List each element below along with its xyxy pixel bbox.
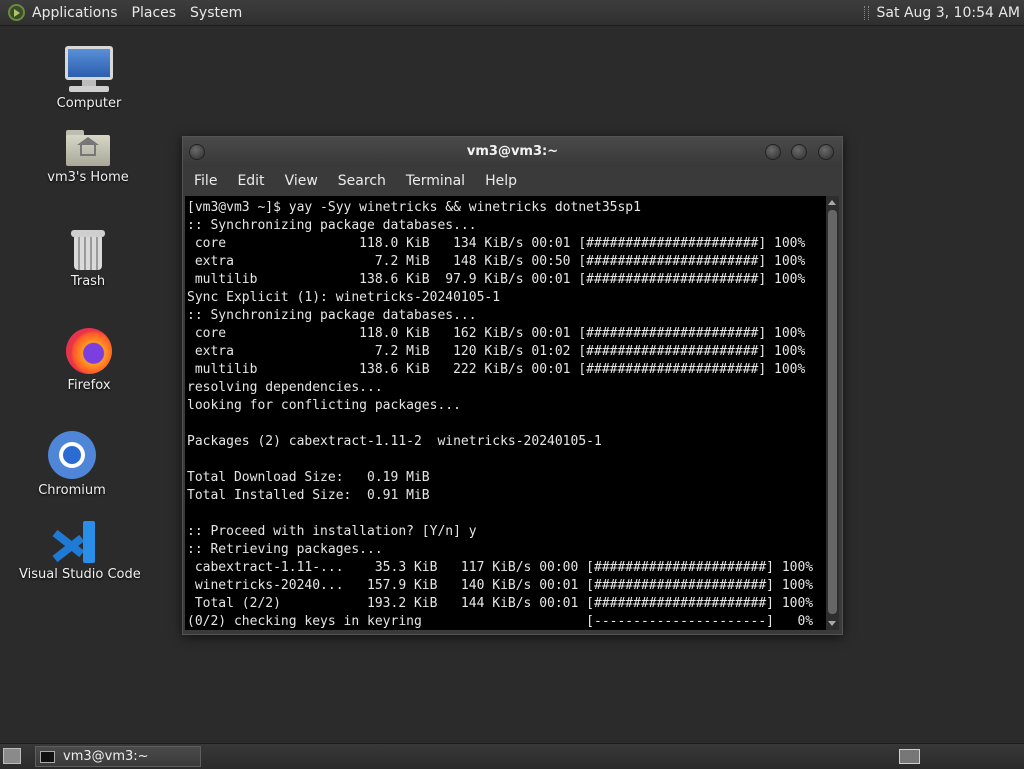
terminal-output[interactable]: [vm3@vm3 ~]$ yay -Syy winetricks && wine… xyxy=(185,196,826,630)
terminal-line: :: Synchronizing package databases... xyxy=(187,218,477,233)
firefox-icon xyxy=(66,328,112,374)
clock-area: Sat Aug 3, 10:54 AM xyxy=(863,0,1020,25)
terminal-scrollbar[interactable] xyxy=(826,196,839,630)
taskbar-window-button[interactable]: vm3@vm3:~ xyxy=(35,746,201,767)
menu-edit[interactable]: Edit xyxy=(237,173,264,189)
menu-file[interactable]: File xyxy=(194,173,217,189)
terminal-line: :: Retrieving packages... xyxy=(187,542,383,557)
terminal-text: [vm3@vm3 ~]$ yay -Syy winetricks && wine… xyxy=(185,196,826,630)
vscode-icon xyxy=(52,521,95,563)
terminal-line: Sync Explicit (1): winetricks-20240105-1 xyxy=(187,290,501,305)
taskbar-window-label: vm3@vm3:~ xyxy=(63,749,149,764)
terminal-line: [vm3@vm3 ~]$ yay -Syy winetricks && wine… xyxy=(187,200,641,215)
desktop-icon-vscode[interactable]: Visual Studio Code xyxy=(19,521,141,582)
terminal-line: multilib 138.6 KiB 97.9 KiB/s 00:01 [###… xyxy=(187,272,806,287)
terminal-line: Total Installed Size: 0.91 MiB xyxy=(187,488,430,503)
terminal-line: cabextract-1.11-... 35.3 KiB 117 KiB/s 0… xyxy=(187,560,814,575)
computer-icon xyxy=(34,46,144,92)
terminal-line: :: Synchronizing package databases... xyxy=(187,308,477,323)
places-menu-label: Places xyxy=(131,4,177,21)
trash-icon xyxy=(71,230,105,270)
desktop-icon-label: Visual Studio Code xyxy=(19,567,141,582)
top-panel: Applications Places System Sat Aug 3, 10… xyxy=(0,0,1024,26)
scroll-up-icon[interactable] xyxy=(828,200,836,205)
minimize-button[interactable] xyxy=(765,144,781,160)
terminal-line: :: Proceed with installation? [Y/n] y xyxy=(187,524,477,539)
terminal-line: winetricks-20240... 157.9 KiB 140 KiB/s … xyxy=(187,578,814,593)
terminal-line: extra 7.2 MiB 148 KiB/s 00:50 [#########… xyxy=(187,254,806,269)
desktop-icon-label: Trash xyxy=(70,274,106,289)
terminal-line: Total (2/2) 193.2 KiB 144 KiB/s 00:01 [#… xyxy=(187,596,814,611)
places-menu[interactable]: Places xyxy=(132,0,177,25)
workspace-switcher[interactable] xyxy=(899,749,920,764)
menu-help[interactable]: Help xyxy=(485,173,517,189)
scroll-down-icon[interactable] xyxy=(828,621,836,626)
menu-terminal[interactable]: Terminal xyxy=(406,173,465,189)
desktop-icon-label: Firefox xyxy=(67,378,111,393)
terminal-icon xyxy=(40,750,55,763)
desktop-icon-trash[interactable]: Trash xyxy=(33,230,143,289)
terminal-line: resolving dependencies... xyxy=(187,380,383,395)
system-menu[interactable]: System xyxy=(190,0,242,25)
terminal-line: extra 7.2 MiB 120 KiB/s 01:02 [#########… xyxy=(187,344,806,359)
scrollbar-thumb[interactable] xyxy=(828,210,837,614)
terminal-line: Packages (2) cabextract-1.11-2 winetrick… xyxy=(187,434,602,449)
close-button[interactable] xyxy=(818,144,834,160)
desktop-icon-home[interactable]: vm3's Home xyxy=(33,130,143,185)
desktop-icon-firefox[interactable]: Firefox xyxy=(34,328,144,393)
applications-menu-label: Applications xyxy=(32,4,118,21)
menu-search[interactable]: Search xyxy=(338,173,386,189)
menu-view[interactable]: View xyxy=(285,173,318,189)
home-folder-icon xyxy=(66,130,110,166)
top-menus: Applications Places System xyxy=(8,0,256,25)
desktop-icon-chromium[interactable]: Chromium xyxy=(17,431,127,498)
system-menu-label: System xyxy=(190,4,243,21)
applications-icon xyxy=(8,4,25,21)
desktop-icon-computer[interactable]: Computer xyxy=(34,46,144,111)
desktop-icon-label: Chromium xyxy=(38,483,106,498)
terminal-line: multilib 138.6 KiB 222 KiB/s 00:01 [####… xyxy=(187,362,806,377)
terminal-line: (0/2) checking keys in keyring [--------… xyxy=(187,614,814,629)
terminal-window[interactable]: vm3@vm3:~ File Edit View Search Terminal… xyxy=(182,136,843,635)
window-titlebar[interactable]: vm3@vm3:~ xyxy=(183,137,842,167)
panel-handle-icon xyxy=(863,5,869,20)
maximize-button[interactable] xyxy=(791,144,807,160)
terminal-line: Total Download Size: 0.19 MiB xyxy=(187,470,430,485)
window-title: vm3@vm3:~ xyxy=(466,144,559,159)
bottom-panel: vm3@vm3:~ xyxy=(0,743,1024,769)
desktop-icon-label: vm3's Home xyxy=(47,170,129,185)
applications-menu[interactable]: Applications xyxy=(8,0,118,25)
desktop-icon-label: Computer xyxy=(56,96,122,111)
terminal-line: core 118.0 KiB 162 KiB/s 00:01 [########… xyxy=(187,326,806,341)
terminal-menubar: File Edit View Search Terminal Help xyxy=(183,167,842,194)
show-desktop-icon[interactable] xyxy=(3,748,21,764)
chromium-icon xyxy=(48,431,96,479)
terminal-line: looking for conflicting packages... xyxy=(187,398,461,413)
clock[interactable]: Sat Aug 3, 10:54 AM xyxy=(877,5,1020,21)
terminal-line: core 118.0 KiB 134 KiB/s 00:01 [########… xyxy=(187,236,806,251)
